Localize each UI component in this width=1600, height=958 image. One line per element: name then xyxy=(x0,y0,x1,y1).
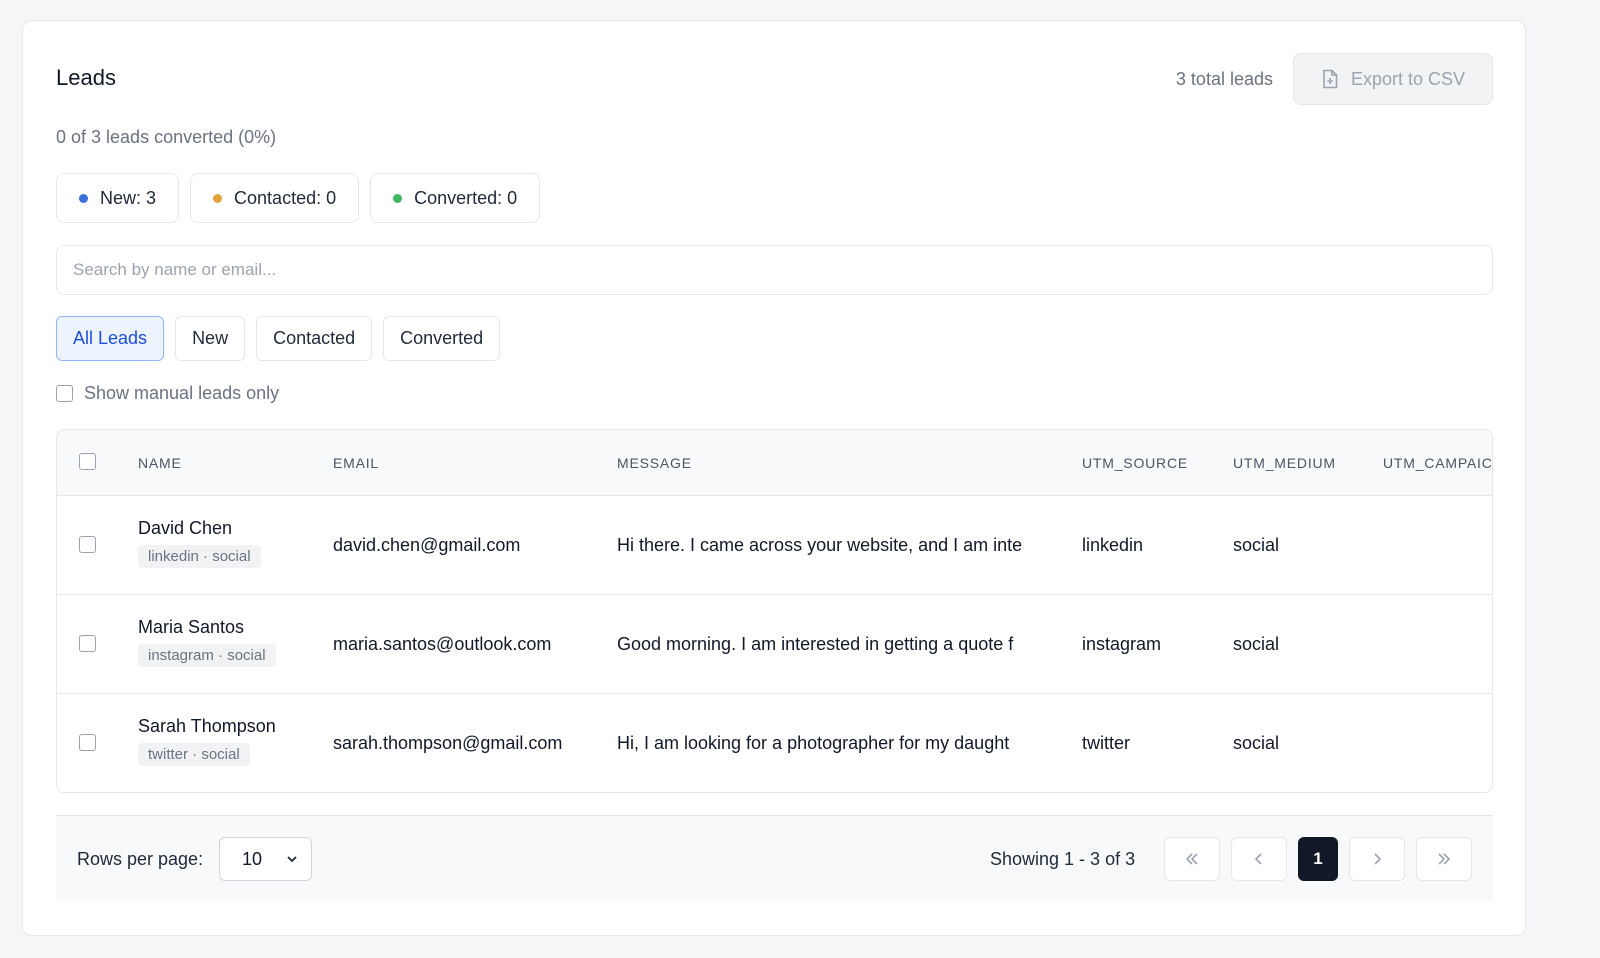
lead-name-cell: Maria Santos instagram · social xyxy=(138,617,276,667)
export-label: Export to CSV xyxy=(1350,68,1466,89)
chevron-left-icon xyxy=(1254,853,1262,865)
lead-utm-medium: social xyxy=(1233,634,1280,654)
status-dot-contacted xyxy=(213,193,223,203)
pagination-controls: 1 xyxy=(1164,837,1472,881)
page-title: Leads xyxy=(56,65,116,90)
lead-name-cell: David Chen linkedin · social xyxy=(138,518,261,568)
chevrons-left-icon xyxy=(1185,853,1198,865)
table-row[interactable]: Maria Santos instagram · social maria.sa… xyxy=(57,595,1492,694)
last-page-button[interactable] xyxy=(1416,837,1472,881)
column-header-utm-source: UTM_SOURCE xyxy=(1082,455,1189,471)
lead-utm-medium: social xyxy=(1233,733,1280,753)
pagination-bar: Rows per page: 10 Showing 1 - 3 of 3 1 xyxy=(56,815,1493,901)
lead-email: sarah.thompson@gmail.com xyxy=(333,733,563,753)
lead-name: Sarah Thompson xyxy=(138,716,276,736)
lead-name: David Chen xyxy=(138,518,233,538)
status-pill-converted: Converted: 0 xyxy=(370,173,541,223)
rows-per-page-select[interactable]: 10 xyxy=(219,837,312,881)
next-page-button[interactable] xyxy=(1349,837,1405,881)
status-pill-label: Converted: 0 xyxy=(414,187,518,208)
tab-contacted[interactable]: Contacted xyxy=(256,316,373,361)
manual-leads-checkbox[interactable] xyxy=(56,385,73,402)
status-pill-contacted: Contacted: 0 xyxy=(190,173,360,223)
status-pill-label: Contacted: 0 xyxy=(234,187,337,208)
lead-name: Maria Santos xyxy=(138,617,245,637)
chevron-down-icon xyxy=(287,856,297,863)
status-pill-label: New: 3 xyxy=(100,187,157,208)
manual-leads-filter: Show manual leads only xyxy=(56,383,279,404)
rows-per-page-label: Rows per page: xyxy=(77,849,204,869)
lead-name-cell: Sarah Thompson twitter · social xyxy=(138,716,276,766)
column-header-name: NAME xyxy=(138,455,182,471)
leads-table: NAME EMAIL MESSAGE UTM_SOURCE UTM_MEDIUM… xyxy=(56,429,1493,793)
leads-card: Leads 3 total leads Export to CSV 0 of 3… xyxy=(22,20,1526,936)
lead-message: Good morning. I am interested in getting… xyxy=(617,634,1014,654)
total-leads-count: 3 total leads xyxy=(1175,69,1273,89)
tab-new[interactable]: New xyxy=(175,316,246,361)
column-header-email: EMAIL xyxy=(333,455,380,471)
row-checkbox[interactable] xyxy=(79,734,96,751)
lead-utm-source: linkedin xyxy=(1082,535,1144,555)
column-header-utm-campaign: UTM_CAMPAIC xyxy=(1383,455,1493,471)
status-dot-new xyxy=(79,193,88,203)
lead-source-tag: instagram · social xyxy=(138,644,276,667)
chevron-right-icon xyxy=(1374,853,1382,865)
converted-summary: 0 of 3 leads converted (0%) xyxy=(56,127,277,147)
status-dot-converted xyxy=(393,193,403,203)
page-button-current[interactable]: 1 xyxy=(1298,837,1338,881)
file-export-icon xyxy=(1323,69,1338,89)
lead-source-tag: linkedin · social xyxy=(138,545,261,568)
lead-source-tag: twitter · social xyxy=(138,743,250,766)
table-row[interactable]: Sarah Thompson twitter · social sarah.th… xyxy=(57,694,1492,792)
chevrons-right-icon xyxy=(1438,853,1451,865)
status-pill-new: New: 3 xyxy=(56,173,180,223)
row-checkbox[interactable] xyxy=(79,635,96,652)
rows-per-page-value: 10 xyxy=(242,848,263,869)
lead-message: Hi, I am looking for a photographer for … xyxy=(617,733,1010,753)
first-page-button[interactable] xyxy=(1164,837,1220,881)
select-all-checkbox[interactable] xyxy=(79,453,96,470)
column-header-message: MESSAGE xyxy=(617,455,692,471)
lead-utm-medium: social xyxy=(1233,535,1280,555)
export-csv-button[interactable]: Export to CSV xyxy=(1293,53,1493,105)
manual-leads-label: Show manual leads only xyxy=(84,383,280,403)
filter-tabs: All Leads New Contacted Converted xyxy=(56,316,501,361)
column-header-utm-medium: UTM_MEDIUM xyxy=(1233,455,1336,471)
lead-message: Hi there. I came across your website, an… xyxy=(617,535,1023,555)
lead-utm-source: instagram xyxy=(1082,634,1162,654)
lead-utm-source: twitter xyxy=(1082,733,1131,753)
search-input[interactable] xyxy=(56,245,1493,295)
table-header: NAME EMAIL MESSAGE UTM_SOURCE UTM_MEDIUM… xyxy=(57,430,1492,496)
tab-converted[interactable]: Converted xyxy=(383,316,501,361)
pagination-summary: Showing 1 - 3 of 3 xyxy=(990,849,1136,869)
tab-all-leads[interactable]: All Leads xyxy=(56,316,165,361)
table-row[interactable]: David Chen linkedin · social david.chen@… xyxy=(57,496,1492,595)
row-checkbox[interactable] xyxy=(79,536,96,553)
status-summary: New: 3 Contacted: 0 Converted: 0 xyxy=(56,173,541,223)
lead-email: maria.santos@outlook.com xyxy=(333,634,552,654)
prev-page-button[interactable] xyxy=(1231,837,1287,881)
lead-email: david.chen@gmail.com xyxy=(333,535,521,555)
